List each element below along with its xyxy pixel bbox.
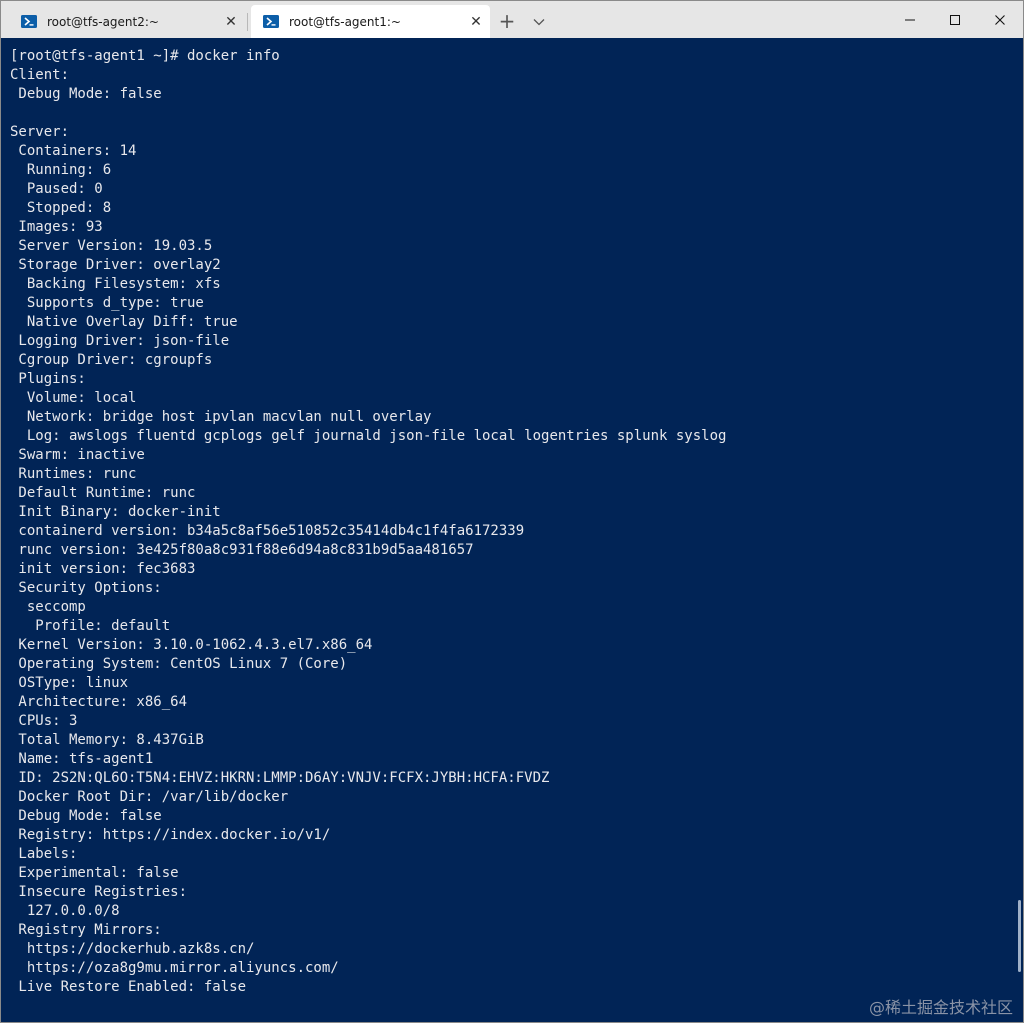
powershell-icon xyxy=(263,15,279,28)
maximize-icon xyxy=(950,14,960,25)
tab-root-tfs-agent1[interactable]: root@tfs-agent1:~ ✕ xyxy=(251,5,490,38)
tab-divider xyxy=(247,13,248,31)
terminal-line: 127.0.0.0/8 xyxy=(10,903,120,919)
close-tab-icon[interactable]: ✕ xyxy=(462,14,490,30)
terminal-line: Logging Driver: json-file xyxy=(10,333,230,349)
terminal-line: https://dockerhub.azk8s.cn/ xyxy=(10,941,255,957)
terminal-line: OSType: linux xyxy=(10,675,129,691)
terminal-line: Swarm: inactive xyxy=(10,447,145,463)
terminal-output[interactable]: [root@tfs-agent1 ~]# docker info Client: … xyxy=(1,38,1023,1022)
terminal-line: Supports d_type: true xyxy=(10,295,204,311)
terminal-line: Security Options: xyxy=(10,580,162,596)
terminal-line: Running: 6 xyxy=(10,162,112,178)
terminal-line: Kernel Version: 3.10.0-1062.4.3.el7.x86_… xyxy=(10,637,373,653)
terminal-line: Architecture: x86_64 xyxy=(10,694,188,710)
terminal-line: Paused: 0 xyxy=(10,181,103,197)
terminal-line: containerd version: b34a5c8af56e510852c3… xyxy=(10,523,525,539)
terminal-line: Operating System: CentOS Linux 7 (Core) xyxy=(10,656,348,672)
new-tab-button[interactable]: + xyxy=(495,8,519,34)
terminal-line: ID: 2S2N:QL6O:T5N4:EHVZ:HKRN:LMMP:D6AY:V… xyxy=(10,770,550,786)
tab-root-tfs-agent2[interactable]: root@tfs-agent2:~ ✕ xyxy=(9,5,245,38)
tab-title: root@tfs-agent1:~ xyxy=(289,14,401,29)
close-window-button[interactable] xyxy=(977,1,1023,38)
terminal-line: Network: bridge host ipvlan macvlan null… xyxy=(10,409,432,425)
terminal-line: Total Memory: 8.437GiB xyxy=(10,732,204,748)
maximize-button[interactable] xyxy=(932,1,978,38)
terminal-line: Storage Driver: overlay2 xyxy=(10,257,221,273)
close-tab-icon[interactable]: ✕ xyxy=(217,14,245,30)
minimize-icon xyxy=(905,19,915,20)
terminal-line: seccomp xyxy=(10,599,86,615)
terminal-line: Registry Mirrors: xyxy=(10,922,162,938)
terminal-line: Server: xyxy=(10,124,70,140)
terminal-line: [root@tfs-agent1 ~]# docker info xyxy=(10,48,280,64)
terminal-line: Debug Mode: false xyxy=(10,808,162,824)
terminal-line: Insecure Registries: xyxy=(10,884,188,900)
terminal-line: Images: 93 xyxy=(10,219,103,235)
terminal-line: Default Runtime: runc xyxy=(10,485,196,501)
terminal-line: Volume: local xyxy=(10,390,137,406)
terminal-line: Init Binary: docker-init xyxy=(10,504,221,520)
terminal-line: Containers: 14 xyxy=(10,143,137,159)
terminal-line: https://oza8g9mu.mirror.aliyuncs.com/ xyxy=(10,960,339,976)
terminal-line: Stopped: 8 xyxy=(10,200,112,216)
terminal-line: Cgroup Driver: cgroupfs xyxy=(10,352,213,368)
title-bar: root@tfs-agent2:~ ✕ root@tfs-agent1:~ ✕ … xyxy=(1,1,1023,38)
terminal-line: Experimental: false xyxy=(10,865,179,881)
terminal-line: Log: awslogs fluentd gcplogs gelf journa… xyxy=(10,428,727,444)
powershell-icon xyxy=(21,15,37,28)
terminal-line: Live Restore Enabled: false xyxy=(10,979,247,995)
close-icon xyxy=(995,14,1005,25)
terminal-line: Labels: xyxy=(10,846,78,862)
terminal-line: Profile: default xyxy=(10,618,171,634)
terminal-line: Native Overlay Diff: true xyxy=(10,314,238,330)
minimize-button[interactable] xyxy=(887,1,933,38)
terminal-window: root@tfs-agent2:~ ✕ root@tfs-agent1:~ ✕ … xyxy=(0,0,1024,1023)
terminal-line: Backing Filesystem: xfs xyxy=(10,276,221,292)
terminal-line: Debug Mode: false xyxy=(10,86,162,102)
terminal-line: Server Version: 19.03.5 xyxy=(10,238,213,254)
tab-title: root@tfs-agent2:~ xyxy=(47,14,159,29)
terminal-line: Client: xyxy=(10,67,70,83)
tab-dropdown-icon[interactable] xyxy=(527,8,551,34)
terminal-line: Runtimes: runc xyxy=(10,466,137,482)
watermark: @稀土掘金技术社区 xyxy=(868,998,1013,1017)
terminal-line: CPUs: 3 xyxy=(10,713,78,729)
terminal-line: Plugins: xyxy=(10,371,86,387)
terminal-lines: [root@tfs-agent1 ~]# docker info Client: … xyxy=(10,47,1011,997)
terminal-line: Registry: https://index.docker.io/v1/ xyxy=(10,827,331,843)
terminal-line: Name: tfs-agent1 xyxy=(10,751,154,767)
terminal-line: runc version: 3e425f80a8c931f88e6d94a8c8… xyxy=(10,542,474,558)
scrollbar[interactable] xyxy=(1018,900,1021,972)
terminal-line: Docker Root Dir: /var/lib/docker xyxy=(10,789,289,805)
terminal-line: init version: fec3683 xyxy=(10,561,196,577)
